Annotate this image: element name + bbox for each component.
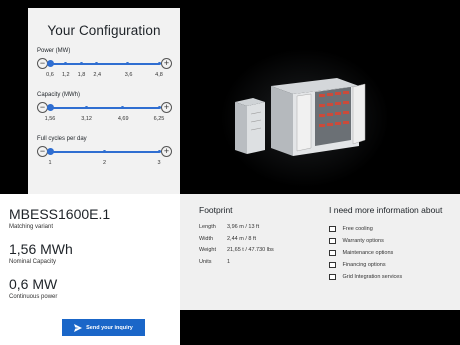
checkbox-label: Grid Integration services xyxy=(342,274,403,280)
footprint-row: Length 3,96 m / 13 ft xyxy=(199,224,319,236)
cycles-slider-thumb[interactable] xyxy=(46,148,54,155)
tick-label: 6,25 xyxy=(153,116,165,122)
configuration-panel: Your Configuration Power (MW) − + 0,6 1,… xyxy=(28,8,180,194)
capacity-caption: Nominal Capacity xyxy=(9,259,57,265)
checkbox[interactable] xyxy=(329,237,336,245)
send-icon xyxy=(74,323,83,332)
tick-label: 2 xyxy=(102,160,107,166)
tick-label: 3 xyxy=(157,160,161,166)
capacity-increase-button[interactable]: + xyxy=(161,102,172,113)
tick-label: 1 xyxy=(48,160,52,166)
footprint-value: 2,44 m / 8 ft xyxy=(227,235,257,242)
footprint-key: Width xyxy=(199,235,214,242)
capacity-slider[interactable] xyxy=(46,104,161,111)
footprint-key: Length xyxy=(199,224,216,230)
footprint-title: Footprint xyxy=(199,205,233,215)
model-name: MBESS1600E.1 xyxy=(9,206,111,222)
tick-label: 1,56 xyxy=(44,116,56,122)
slider-tick xyxy=(121,106,125,109)
cycles-slider[interactable] xyxy=(46,148,161,155)
cycles-parameter: Full cycles per day − + 1 2 3 xyxy=(37,136,172,168)
cycles-label: Full cycles per day xyxy=(37,136,87,142)
footprint-row: Width 2,44 m / 8 ft xyxy=(199,236,319,248)
slider-tick xyxy=(84,106,88,109)
cycles-slider-row: − + xyxy=(37,146,172,159)
footprint-section: Footprint Length 3,96 m / 13 ft Width 2,44… xyxy=(199,205,319,270)
checkbox-label: Financing options xyxy=(342,262,386,268)
power-tick-labels: 0,6 1,2 1,8 2,4 3,6 4,8 xyxy=(37,72,172,80)
footprint-row: Units 1 xyxy=(199,259,319,271)
footprint-key: Units xyxy=(199,258,212,265)
slider-tick xyxy=(64,62,68,65)
more-info-section: I need more information about Free cooli… xyxy=(329,205,454,283)
capacity-slider-row: − + xyxy=(37,102,172,115)
configuration-title: Your Configuration xyxy=(47,23,161,38)
checkbox[interactable] xyxy=(329,249,336,257)
battery-container-illustration xyxy=(235,78,366,156)
capacity-slider-thumb[interactable] xyxy=(46,104,54,111)
send-inquiry-button[interactable]: Send your inquiry xyxy=(62,319,145,336)
footprint-key: Weight xyxy=(199,247,217,253)
capacity-label: Capacity (MWh) xyxy=(37,92,81,98)
tick-label: 1,8 xyxy=(77,72,86,78)
capacity-parameter: Capacity (MWh) − + 1,56 3,12 4,69 6,25 xyxy=(37,92,172,124)
checkbox[interactable] xyxy=(329,225,336,233)
tick-label: 1,2 xyxy=(61,72,70,78)
power-slider[interactable] xyxy=(46,60,161,67)
checkbox-label: Maintenance options xyxy=(342,250,394,256)
slider-tick xyxy=(95,62,99,65)
slider-tick xyxy=(103,150,106,153)
model-caption: Matching variant xyxy=(9,224,54,230)
footprint-value: 21,65 t / 47.730 lbs xyxy=(227,247,274,253)
checkbox-financing-options[interactable]: Financing options xyxy=(329,259,454,271)
checkbox-label: Free cooling xyxy=(342,226,373,232)
checkbox[interactable] xyxy=(329,273,336,281)
checkbox-label: Warranty options xyxy=(342,238,384,244)
power-parameter: Power (MW) − + 0,6 1,2 1,8 2,4 3,6 4,8 xyxy=(37,48,172,80)
footprint-row: Weight 21,65 t / 47.730 lbs xyxy=(199,247,319,259)
power-slider-row: − + xyxy=(37,58,172,71)
power-value: 0,6 MW xyxy=(9,276,58,292)
slider-tick xyxy=(126,62,130,65)
footprint-value: 1 xyxy=(227,258,231,265)
checkbox-grid-integration[interactable]: Grid Integration services xyxy=(329,271,454,283)
footprint-value: 3,96 m / 13 ft xyxy=(227,224,260,230)
send-inquiry-label: Send your inquiry xyxy=(86,324,133,331)
capacity-tick-labels: 1,56 3,12 4,69 6,25 xyxy=(37,116,172,124)
cycles-increase-button[interactable]: + xyxy=(161,146,172,157)
more-info-title: I need more information about xyxy=(329,205,443,215)
checkbox-maintenance-options[interactable]: Maintenance options xyxy=(329,247,454,259)
power-label: Power (MW) xyxy=(37,48,71,54)
spec-panel: MBESS1600E.1 Matching variant 1,56 MWh N… xyxy=(0,194,180,345)
tick-label: 4,69 xyxy=(117,116,129,122)
tick-label: 2,4 xyxy=(93,72,102,78)
cycles-tick-labels: 1 2 3 xyxy=(37,160,172,168)
power-increase-button[interactable]: + xyxy=(161,58,172,69)
checkbox-free-cooling[interactable]: Free cooling xyxy=(329,223,454,235)
tick-label: 4,8 xyxy=(155,72,163,78)
tick-label: 0,6 xyxy=(46,72,54,78)
product-image xyxy=(180,8,460,194)
checkbox-warranty-options[interactable]: Warranty options xyxy=(329,235,454,247)
power-slider-thumb[interactable] xyxy=(46,60,54,67)
tick-label: 3,12 xyxy=(81,116,92,122)
tick-label: 3,6 xyxy=(124,72,133,78)
capacity-value: 1,56 MWh xyxy=(9,241,73,257)
power-caption: Continuous power xyxy=(9,294,58,300)
checkbox[interactable] xyxy=(329,261,336,269)
slider-tick xyxy=(79,62,83,65)
